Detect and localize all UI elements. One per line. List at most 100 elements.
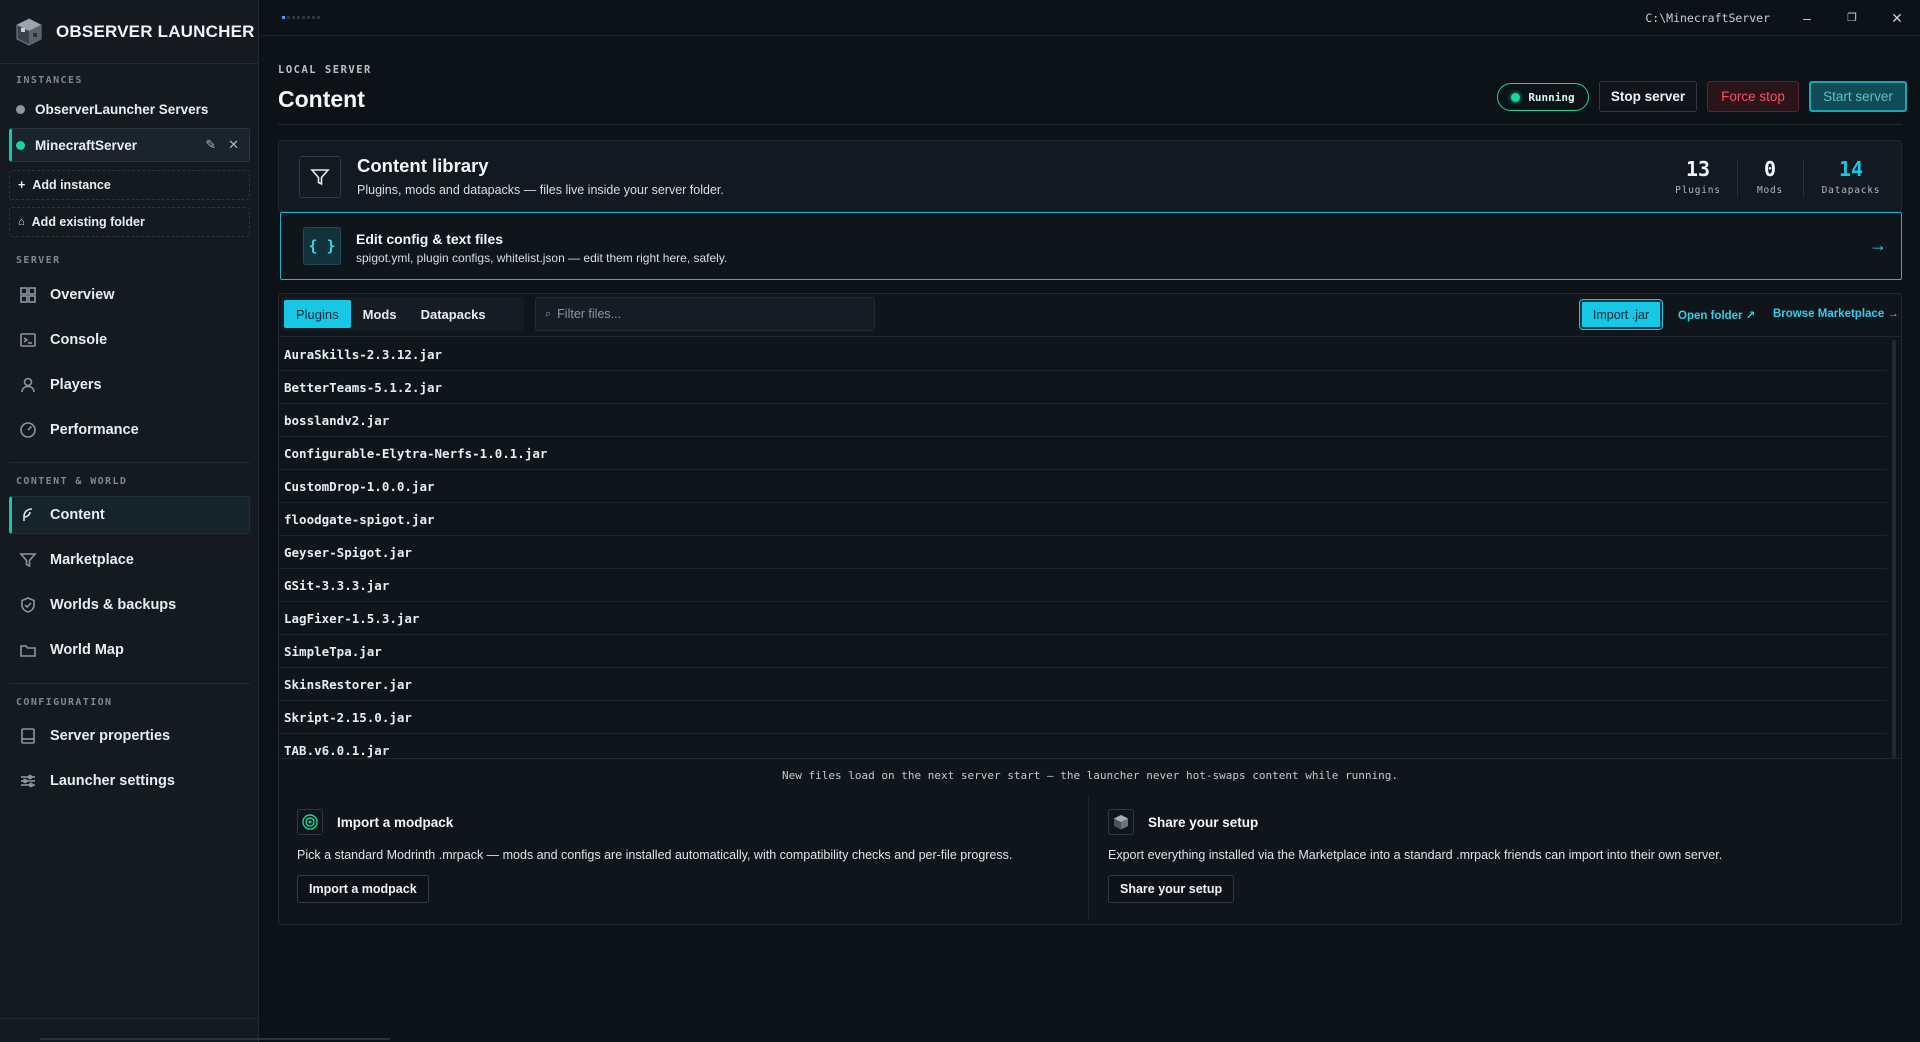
- nav-content[interactable]: Content: [9, 496, 250, 534]
- nav-console[interactable]: Console: [9, 321, 250, 359]
- configuration-section-label: CONFIGURATION: [16, 697, 113, 708]
- library-icon-box: [299, 156, 341, 198]
- horizontal-scrollbar[interactable]: [40, 1038, 390, 1040]
- sidebar: OBSERVER LAUNCHER INSTANCES ObserverLaun…: [0, 0, 259, 1042]
- stat-value: 14: [1838, 157, 1864, 181]
- file-row[interactable]: CustomDrop-1.0.0.jar: [279, 470, 1887, 503]
- nav-performance[interactable]: Performance: [9, 411, 250, 449]
- file-row[interactable]: floodgate-spigot.jar: [279, 503, 1887, 536]
- page-eyebrow: LOCAL SERVER: [278, 64, 372, 76]
- restore-icon[interactable]: ❐: [1844, 10, 1860, 26]
- loading-indicator: [282, 16, 320, 19]
- nav-label: Console: [50, 332, 108, 348]
- search-icon: ⌕: [545, 307, 552, 320]
- sliders-icon: [21, 774, 35, 788]
- close-icon[interactable]: ✕: [228, 137, 239, 153]
- import-jar-button[interactable]: Import .jar: [1579, 299, 1663, 330]
- import-modpack-button[interactable]: Import a modpack: [297, 875, 429, 903]
- add-existing-folder-button[interactable]: ⌂ Add existing folder: [9, 207, 250, 237]
- nav-label: Server properties: [50, 728, 171, 744]
- app-title: OBSERVER LAUNCHER: [56, 22, 255, 41]
- tab-datapacks[interactable]: Datapacks: [409, 300, 498, 328]
- file-row[interactable]: GSit-3.3.3.jar: [279, 569, 1887, 602]
- library-subtitle: Plugins, mods and datapacks — files live…: [357, 183, 724, 197]
- open-folder-link[interactable]: Open folder ↗: [1678, 308, 1755, 322]
- instance-observerlauncher-servers[interactable]: ObserverLauncher Servers: [9, 92, 250, 126]
- close-window-icon[interactable]: ✕: [1889, 10, 1905, 26]
- stat-label: Mods: [1756, 185, 1784, 196]
- instance-minecraftserver[interactable]: MinecraftServer ✎ ✕: [9, 128, 250, 162]
- page-title: Content: [278, 86, 365, 112]
- launcher-logo-icon: [16, 18, 42, 46]
- add-instance-button[interactable]: + Add instance: [9, 170, 250, 200]
- nav-players[interactable]: Players: [9, 366, 250, 404]
- folder-icon: [20, 645, 36, 657]
- file-row[interactable]: Skript-2.15.0.jar: [279, 701, 1887, 734]
- target-icon: [302, 814, 318, 830]
- file-row[interactable]: SimpleTpa.jar: [279, 635, 1887, 668]
- arrow-right-icon: →: [1869, 235, 1887, 255]
- nav-world-map[interactable]: World Map: [9, 631, 250, 669]
- file-row[interactable]: BetterTeams-5.1.2.jar: [279, 371, 1887, 404]
- filter-icon: [19, 553, 37, 568]
- server-path: C:\MinecraftServer: [1645, 11, 1770, 25]
- filter-box: ⌕: [535, 297, 875, 331]
- minimize-icon[interactable]: –: [1799, 10, 1815, 26]
- stat-value: 13: [1685, 157, 1711, 181]
- server-section-label: SERVER: [16, 255, 61, 266]
- divider: [279, 758, 1901, 759]
- stat-datapacks: 14 Datapacks: [1811, 157, 1891, 196]
- config-subtitle: spigot.yml, plugin configs, whitelist.js…: [356, 251, 728, 265]
- filter-input[interactable]: [557, 307, 858, 321]
- file-list-scrollbar[interactable]: [1892, 340, 1896, 758]
- file-row[interactable]: TAB.v6.0.1.jar: [279, 734, 1887, 758]
- share-setup-card: Share your setup Export everything insta…: [1090, 795, 1900, 920]
- leaf-icon: [23, 508, 33, 521]
- nav-label: Launcher settings: [50, 773, 175, 789]
- divider: [0, 1018, 259, 1019]
- nav-worlds-backups[interactable]: Worlds & backups: [9, 586, 250, 624]
- library-title: Content library: [357, 155, 489, 176]
- add-existing-label: Add existing folder: [31, 215, 145, 229]
- nav-label: Content: [50, 507, 105, 523]
- tab-mods[interactable]: Mods: [351, 300, 409, 328]
- edit-config-banner[interactable]: { } Edit config & text files spigot.yml,…: [280, 212, 1902, 280]
- share-title: Share your setup: [1148, 815, 1259, 830]
- content-library-card: Content library Plugins, mods and datapa…: [278, 140, 1902, 212]
- stat-label: Plugins: [1675, 185, 1721, 196]
- folder-icon: ⌂: [18, 216, 25, 228]
- tab-plugins[interactable]: Plugins: [284, 300, 351, 328]
- file-row[interactable]: Configurable-Elytra-Nerfs-1.0.1.jar: [279, 437, 1887, 470]
- file-row[interactable]: bosslandv2.jar: [279, 404, 1887, 437]
- nav-marketplace[interactable]: Marketplace: [9, 541, 250, 579]
- stat-label: Datapacks: [1821, 185, 1881, 196]
- divider: [0, 63, 259, 64]
- edit-icon[interactable]: ✎: [205, 137, 216, 153]
- stop-server-button[interactable]: Stop server: [1599, 81, 1697, 112]
- plus-icon: +: [18, 178, 26, 192]
- cube-icon: [1114, 815, 1128, 830]
- nav-label: Overview: [50, 287, 115, 303]
- file-row[interactable]: LagFixer-1.5.3.jar: [279, 602, 1887, 635]
- nav-label: Worlds & backups: [50, 597, 177, 613]
- browse-marketplace-link[interactable]: Browse Marketplace →: [1773, 308, 1899, 320]
- running-dot-icon: [1511, 92, 1521, 102]
- import-modpack-card: Import a modpack Pick a standard Modrint…: [279, 795, 1089, 920]
- divider: [1737, 159, 1738, 197]
- start-server-button[interactable]: Start server: [1809, 81, 1907, 112]
- divider: [9, 683, 250, 684]
- nav-overview[interactable]: Overview: [9, 276, 250, 314]
- nav-server-properties[interactable]: Server properties: [9, 717, 250, 755]
- hot-swap-note: New files load on the next server start …: [782, 769, 1398, 782]
- nav-label: Players: [50, 377, 102, 393]
- file-row[interactable]: Geyser-Spigot.jar: [279, 536, 1887, 569]
- force-stop-button[interactable]: Force stop: [1707, 81, 1799, 112]
- nav-launcher-settings[interactable]: Launcher settings: [9, 762, 250, 800]
- file-row[interactable]: AuraSkills-2.3.12.jar: [279, 338, 1887, 371]
- file-row[interactable]: SkinsRestorer.jar: [279, 668, 1887, 701]
- content-world-section-label: CONTENT & WORLD: [16, 476, 128, 487]
- terminal-icon: [20, 333, 36, 347]
- user-icon: [21, 377, 35, 393]
- stat-value: 0: [1763, 157, 1777, 181]
- share-setup-button[interactable]: Share your setup: [1108, 875, 1235, 903]
